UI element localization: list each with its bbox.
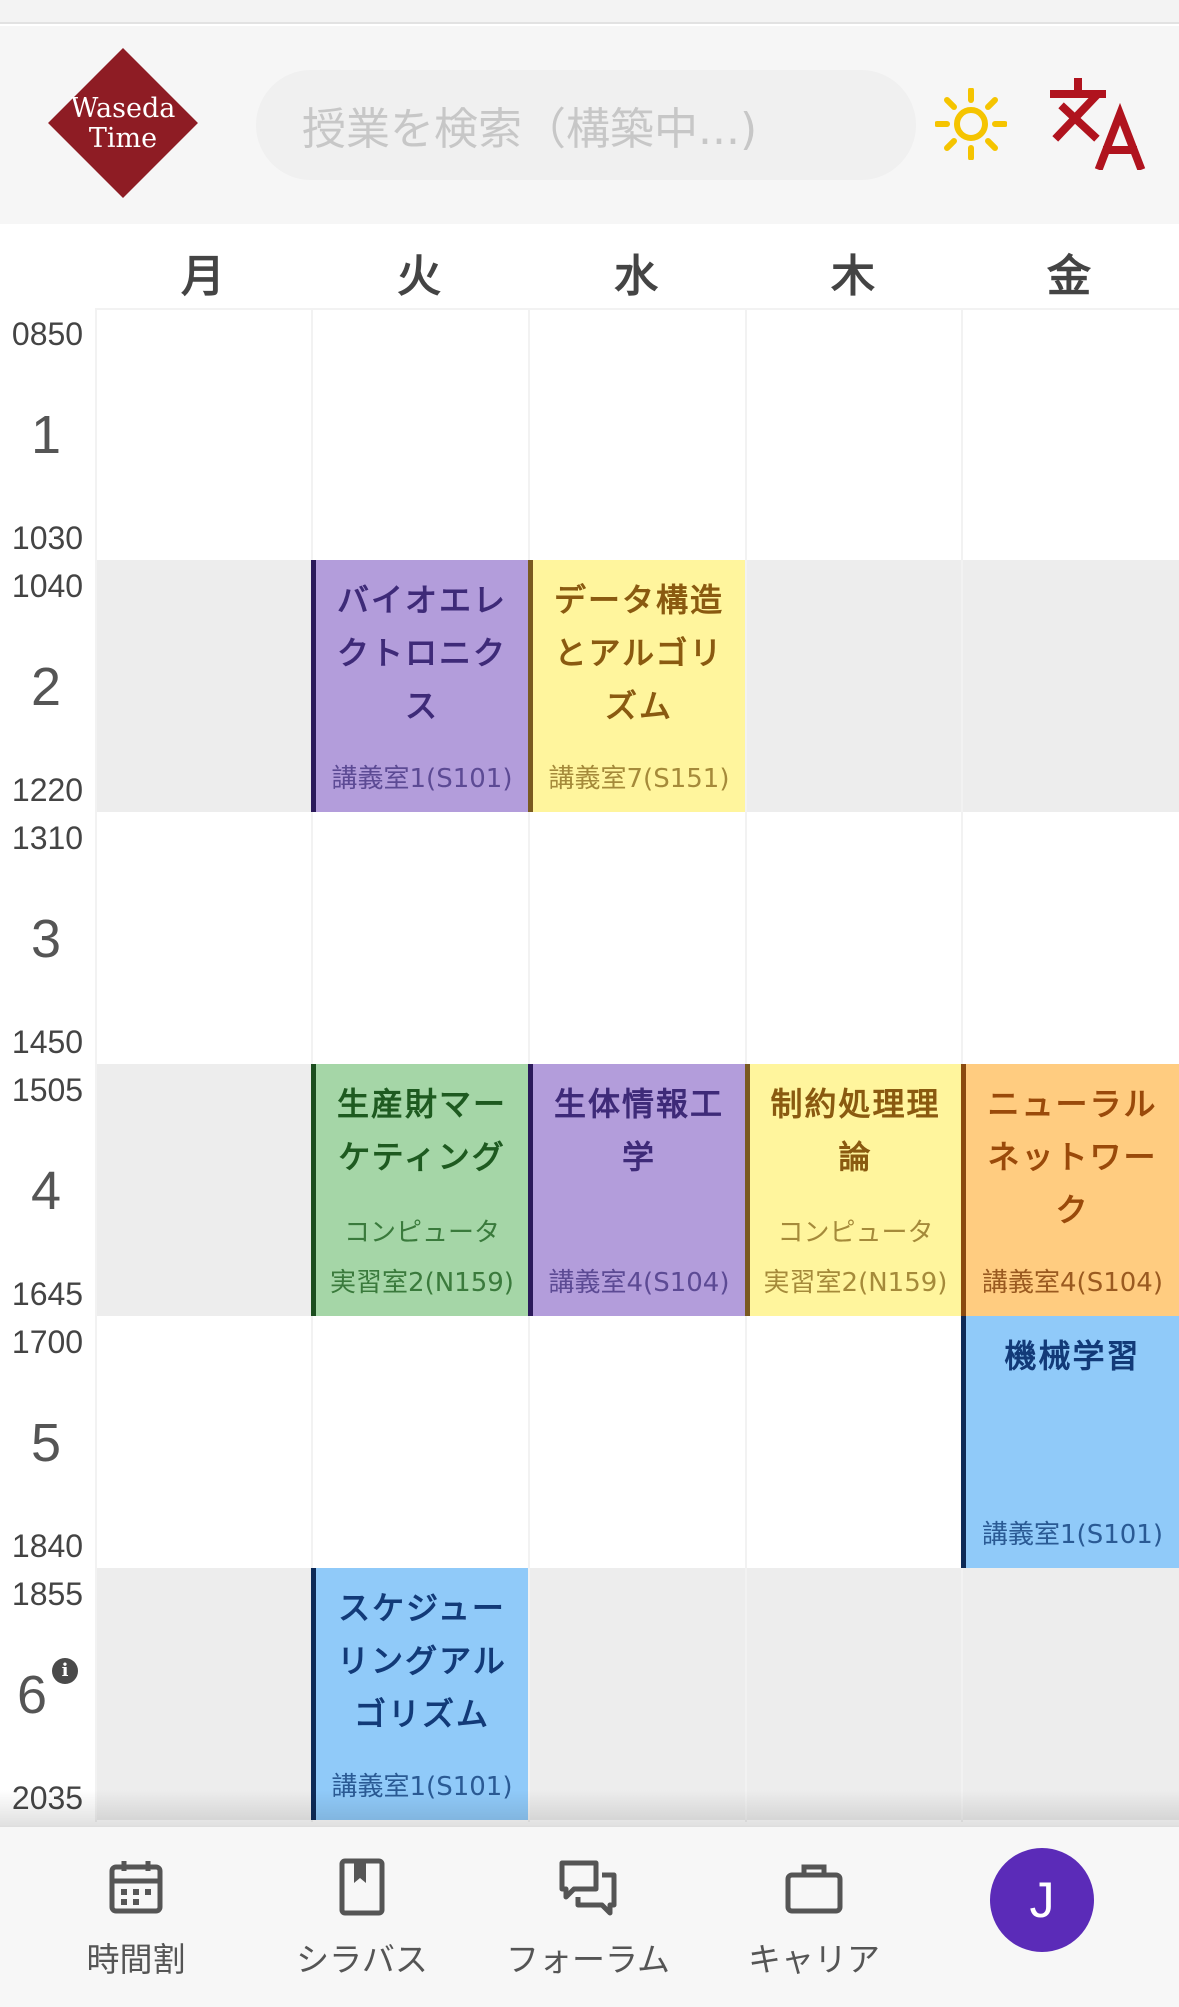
timetable-grid: 0850 1 1030 1040 2 1220 1310 3 1450 1505… bbox=[0, 308, 1179, 1822]
day-label-wed: 水 bbox=[614, 251, 658, 302]
course-card[interactable]: 生産財マーケティング コンピュータ 実習室2(N159) bbox=[311, 1064, 528, 1316]
day-label-thu: 木 bbox=[831, 251, 875, 302]
course-room-line: コンピュータ bbox=[343, 1218, 500, 1248]
period-6-times: 1855 6 i 2035 bbox=[0, 1568, 95, 1820]
book-icon bbox=[332, 1857, 392, 1917]
day-label-tue: 火 bbox=[397, 251, 441, 302]
course-card[interactable]: 生体情報工学 講義室4(S104) bbox=[528, 1064, 745, 1316]
course-room-line: 実習室2(N159) bbox=[330, 1268, 514, 1298]
nav-forum[interactable]: フォーラム bbox=[488, 1857, 688, 1987]
course-room: 講義室1(S101) bbox=[331, 764, 513, 794]
nav-timetable[interactable]: 時間割 bbox=[36, 1857, 236, 1987]
period-end-time: 1030 bbox=[11, 520, 84, 556]
course-room-line: 実習室2(N159) bbox=[763, 1268, 948, 1298]
course-card[interactable]: データ構造とアルゴリズム 講義室7(S151) bbox=[528, 560, 745, 812]
app-header: Waseda Time 授業を検索（構築中...) bbox=[0, 26, 1179, 224]
period-number: 3 bbox=[30, 909, 62, 969]
course-title: スケジューリングアルゴリズム bbox=[337, 1589, 507, 1733]
period-row-6 bbox=[95, 1568, 1179, 1820]
nav-career-label: キャリア bbox=[748, 1940, 880, 1979]
briefcase-icon bbox=[784, 1857, 844, 1917]
course-room: 講義室7(S151) bbox=[548, 764, 730, 794]
info-icon[interactable]: i bbox=[52, 1658, 78, 1684]
course-room: コンピュータ 実習室2(N159) bbox=[750, 1208, 961, 1308]
waseda-time-logo[interactable]: Waseda Time bbox=[48, 48, 198, 198]
period-end-time: 1220 bbox=[11, 772, 84, 808]
period-3-times: 1310 3 1450 bbox=[0, 812, 95, 1064]
period-number: 4 bbox=[30, 1161, 62, 1221]
logo-text: Waseda Time bbox=[48, 94, 198, 154]
course-title: 制約処理理論 bbox=[770, 1085, 941, 1176]
day-label-mon: 月 bbox=[181, 251, 225, 302]
course-title: データ構造とアルゴリズム bbox=[553, 581, 724, 725]
period-end-time: 1450 bbox=[11, 1024, 84, 1060]
course-card[interactable]: ニューラルネットワーク 講義室4(S104) bbox=[961, 1064, 1179, 1316]
period-start-time: 1855 bbox=[11, 1576, 84, 1612]
period-1-times: 0850 1 1030 bbox=[0, 308, 95, 560]
day-label-fri: 金 bbox=[1047, 251, 1091, 302]
sun-icon[interactable] bbox=[934, 87, 1008, 161]
course-room-line: コンピュータ bbox=[777, 1218, 934, 1248]
logo-line-2: Time bbox=[88, 123, 158, 154]
period-end-time: 1840 bbox=[11, 1528, 84, 1564]
period-5-times: 1700 5 1840 bbox=[0, 1316, 95, 1568]
search-placeholder: 授業を検索（構築中...) bbox=[302, 104, 758, 155]
translate-icon[interactable] bbox=[1050, 74, 1150, 172]
nav-career[interactable]: キャリア bbox=[714, 1857, 914, 1987]
course-card[interactable]: 機械学習 講義室1(S101) bbox=[961, 1316, 1179, 1568]
period-start-time: 0850 bbox=[11, 316, 84, 352]
period-end-time: 1645 bbox=[11, 1276, 84, 1312]
calendar-icon bbox=[106, 1857, 166, 1917]
period-4-times: 1505 4 1645 bbox=[0, 1064, 95, 1316]
course-room: 講義室1(S101) bbox=[982, 1520, 1163, 1550]
course-search-input[interactable]: 授業を検索（構築中...) bbox=[256, 70, 916, 180]
period-2-times: 1040 2 1220 bbox=[0, 560, 95, 812]
logo-line-1: Waseda bbox=[70, 93, 176, 124]
course-card[interactable]: バイオエレクトロニクス 講義室1(S101) bbox=[311, 560, 528, 812]
period-row-1 bbox=[95, 308, 1179, 560]
period-number: 2 bbox=[30, 657, 62, 717]
course-card[interactable]: 制約処理理論 コンピュータ 実習室2(N159) bbox=[745, 1064, 961, 1316]
period-start-time: 1505 bbox=[11, 1072, 84, 1108]
course-title: 生体情報工学 bbox=[553, 1085, 724, 1176]
forum-icon bbox=[558, 1857, 618, 1917]
nav-timetable-label: 時間割 bbox=[86, 1940, 186, 1979]
period-number: 5 bbox=[30, 1413, 62, 1473]
course-card[interactable]: スケジューリングアルゴリズム 講義室1(S101) bbox=[311, 1568, 528, 1820]
course-title: ニューラルネットワーク bbox=[987, 1085, 1158, 1229]
grid-line bbox=[95, 308, 97, 1822]
period-start-time: 1700 bbox=[11, 1324, 84, 1360]
course-room: コンピュータ 実習室2(N159) bbox=[316, 1208, 528, 1308]
grid-line bbox=[95, 308, 1179, 310]
period-start-time: 1310 bbox=[11, 820, 84, 856]
period-number: 1 bbox=[30, 405, 62, 465]
scroll-shadow bbox=[0, 1790, 1179, 1826]
course-title: 機械学習 bbox=[1004, 1337, 1141, 1375]
period-row-3 bbox=[95, 812, 1179, 1064]
status-bar bbox=[0, 0, 1179, 24]
weekday-header: 月 火 水 木 金 bbox=[95, 228, 1179, 308]
nav-syllabus[interactable]: シラバス bbox=[262, 1857, 462, 1987]
period-start-time: 1040 bbox=[11, 568, 84, 604]
course-room: 講義室4(S104) bbox=[548, 1268, 730, 1298]
nav-syllabus-label: シラバス bbox=[296, 1940, 428, 1979]
nav-forum-label: フォーラム bbox=[505, 1940, 670, 1979]
course-title: バイオエレクトロニクス bbox=[336, 581, 507, 725]
course-room: 講義室4(S104) bbox=[982, 1268, 1163, 1298]
avatar[interactable]: J bbox=[990, 1848, 1094, 1952]
course-title: 生産財マーケティング bbox=[336, 1085, 507, 1176]
